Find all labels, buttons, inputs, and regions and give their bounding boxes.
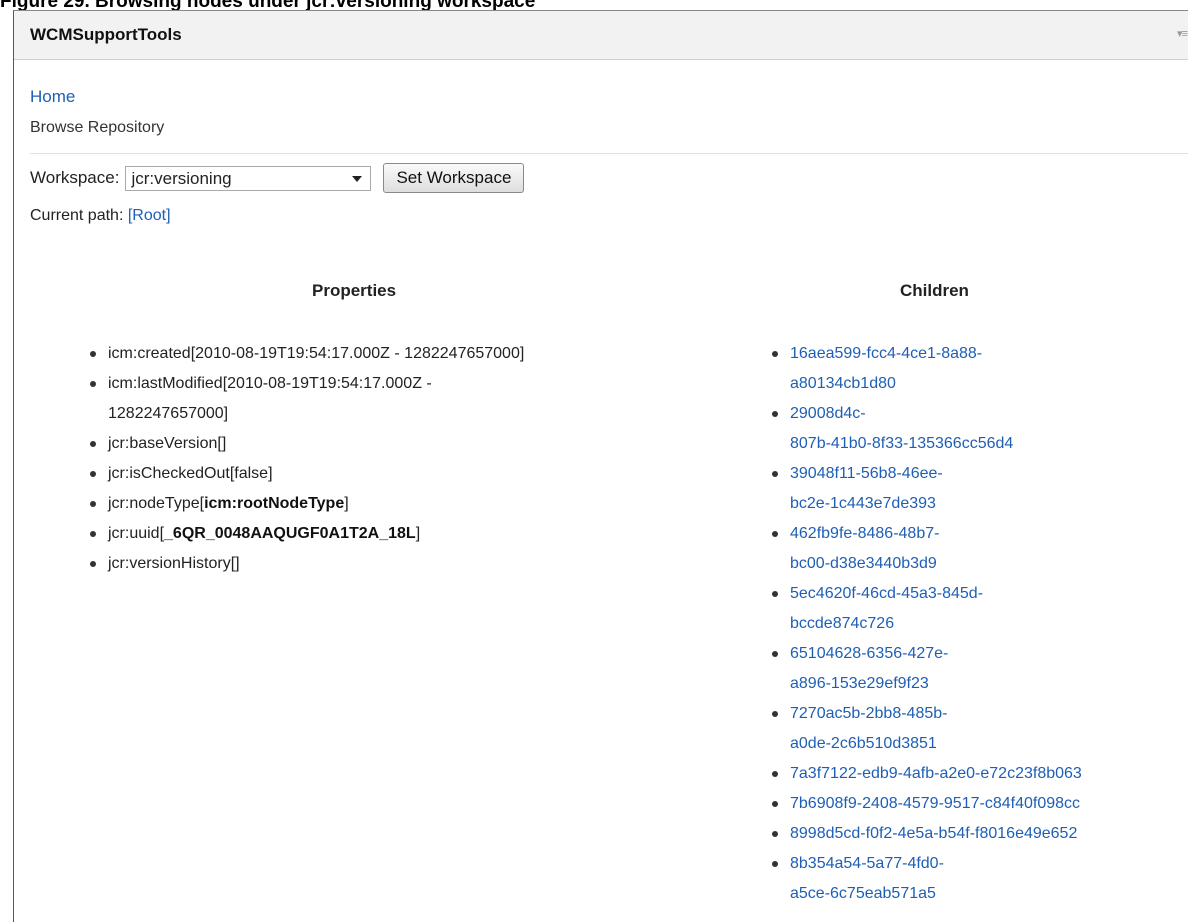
property-item: icm:created[2010-08-19T19:54:17.000Z - 1… <box>90 339 708 369</box>
property-item: jcr:nodeType[icm:rootNodeType] <box>90 489 708 519</box>
divider <box>30 153 1188 154</box>
children-heading: Children <box>900 281 969 300</box>
child-node-id-continued: a80134cb1d80 <box>790 375 896 392</box>
child-node-id-continued: 807b-41b0-8f33-135366cc56d4 <box>790 435 1014 452</box>
child-node-id: 29008d4c- <box>790 405 866 422</box>
child-node-id: 39048f11-56b8-46ee- <box>790 465 943 482</box>
child-node-id: 8b354a54-5a77-4fd0- <box>790 855 944 872</box>
portlet-header: WCMSupportTools ▾≡ <box>14 11 1188 60</box>
property-key: jcr:nodeType[ <box>108 495 205 512</box>
property-value-bold: _6QR_0048AAQUGF0A1T2A_18L <box>164 525 416 542</box>
property-item: jcr:baseVersion[] <box>90 429 708 459</box>
child-node-id: 462fb9fe-8486-48b7- <box>790 525 940 542</box>
child-node-id: 7270ac5b-2bb8-485b- <box>790 705 948 722</box>
current-path: Current path: [Root] <box>30 207 171 225</box>
child-node-link[interactable]: 8998d5cd-f0f2-4e5a-b54f-f8016e49e652 <box>790 825 1077 842</box>
home-link[interactable]: Home <box>30 87 75 107</box>
child-node-item: 39048f11-56b8-46ee-bc2e-1c443e7de393 <box>772 459 1188 519</box>
set-workspace-button[interactable]: Set Workspace <box>383 163 525 193</box>
child-node-link[interactable]: 65104628-6356-427e-a896-153e29ef9f23 <box>790 645 948 692</box>
child-node-link[interactable]: 39048f11-56b8-46ee-bc2e-1c443e7de393 <box>790 465 943 512</box>
child-node-id-continued: bc2e-1c443e7de393 <box>790 495 936 512</box>
child-node-id: 65104628-6356-427e- <box>790 645 949 662</box>
property-key: jcr:baseVersion[] <box>108 435 227 452</box>
child-node-item: 8998d5cd-f0f2-4e5a-b54f-f8016e49e652 <box>772 819 1188 849</box>
child-node-item: 7270ac5b-2bb8-485b-a0de-2c6b510d3851 <box>772 699 1188 759</box>
children-list: 16aea599-fcc4-4ce1-8a88- a80134cb1d80 2900… <box>772 339 1188 909</box>
child-node-link[interactable]: 29008d4c- 807b-41b0-8f33-135366cc56d4 <box>790 405 1013 452</box>
property-value-bold: icm:rootNodeType <box>204 495 345 512</box>
child-node-item: 7b6908f9-2408-4579-9517-c84f40f098cc <box>772 789 1188 819</box>
property-key: jcr:versionHistory[] <box>108 555 240 572</box>
portlet-menu-icon[interactable]: ▾≡ <box>1177 27 1188 40</box>
chevron-down-icon <box>352 175 363 182</box>
root-path-link[interactable]: [Root] <box>128 207 171 224</box>
child-node-link[interactable]: 7b6908f9-2408-4579-9517-c84f40f098cc <box>790 795 1080 812</box>
child-node-id-continued: bc00-d38e3440b3d9 <box>790 555 937 572</box>
properties-list: icm:created[2010-08-19T19:54:17.000Z - 1… <box>90 339 708 579</box>
child-node-item: 8b354a54-5a77-4fd0- a5ce-6c75eab571a5 <box>772 849 1188 909</box>
workspace-row: Workspace: jcr:versioning Set Workspace <box>30 163 525 193</box>
child-node-id: 7b6908f9-2408-4579-9517-c84f40f098cc <box>790 795 1081 812</box>
child-node-item: 5ec4620f-46cd-45a3-845d-bccde874c726 <box>772 579 1188 639</box>
child-node-link[interactable]: 462fb9fe-8486-48b7- bc00-d38e3440b3d9 <box>790 525 939 572</box>
child-node-id-continued: a896-153e29ef9f23 <box>790 675 929 692</box>
property-suffix: ] <box>415 525 421 542</box>
child-node-item: 65104628-6356-427e-a896-153e29ef9f23 <box>772 639 1188 699</box>
child-node-id-continued: a0de-2c6b510d3851 <box>790 735 937 752</box>
property-item: icm:lastModified[2010-08-19T19:54:17.000… <box>90 369 708 429</box>
workspace-select[interactable]: jcr:versioning <box>125 165 372 191</box>
child-node-item: 462fb9fe-8486-48b7- bc00-d38e3440b3d9 <box>772 519 1188 579</box>
property-key: jcr:uuid[ <box>108 525 165 542</box>
child-node-id-continued: a5ce-6c75eab571a5 <box>790 885 936 902</box>
property-key: icm:lastModified[2010-08-19T19:54:17.000… <box>108 375 432 392</box>
child-node-link[interactable]: 5ec4620f-46cd-45a3-845d-bccde874c726 <box>790 585 983 632</box>
property-item: jcr:uuid[_6QR_0048AAQUGF0A1T2A_18L] <box>90 519 708 549</box>
child-node-id: 5ec4620f-46cd-45a3-845d- <box>790 585 984 602</box>
child-node-id-continued: bccde874c726 <box>790 615 895 632</box>
child-node-id: 8998d5cd-f0f2-4e5a-b54f-f8016e49e652 <box>790 825 1078 842</box>
child-node-item: 16aea599-fcc4-4ce1-8a88- a80134cb1d80 <box>772 339 1188 399</box>
portlet-title: WCMSupportTools <box>30 25 182 44</box>
property-key-continued: 1282247657000] <box>108 405 229 422</box>
page-subtitle: Browse Repository <box>30 119 165 136</box>
property-suffix: ] <box>344 495 349 512</box>
child-node-link[interactable]: 8b354a54-5a77-4fd0- a5ce-6c75eab571a5 <box>790 855 944 902</box>
child-node-id: 16aea599-fcc4-4ce1-8a88- <box>790 345 983 362</box>
property-key: jcr:isCheckedOut[false] <box>108 465 273 482</box>
child-node-item: 29008d4c- 807b-41b0-8f33-135366cc56d4 <box>772 399 1188 459</box>
properties-heading: Properties <box>312 281 397 300</box>
workspace-selected-value: jcr:versioning <box>131 168 232 188</box>
current-path-label: Current path: <box>30 207 124 224</box>
child-node-link[interactable]: 7270ac5b-2bb8-485b-a0de-2c6b510d3851 <box>790 705 947 752</box>
property-item: jcr:versionHistory[] <box>90 549 708 579</box>
child-node-id: 7a3f7122-edb9-4afb-a2e0-e72c23f8b063 <box>790 765 1082 782</box>
portlet-frame: WCMSupportTools ▾≡ Home Browse Repositor… <box>13 10 1188 922</box>
property-item: jcr:isCheckedOut[false] <box>90 459 708 489</box>
child-node-link[interactable]: 7a3f7122-edb9-4afb-a2e0-e72c23f8b063 <box>790 765 1082 782</box>
property-key: icm:created[2010-08-19T19:54:17.000Z - 1… <box>108 345 525 362</box>
child-node-link[interactable]: 16aea599-fcc4-4ce1-8a88- a80134cb1d80 <box>790 345 982 392</box>
workspace-label: Workspace: <box>30 168 120 187</box>
child-node-item: 7a3f7122-edb9-4afb-a2e0-e72c23f8b063 <box>772 759 1188 789</box>
